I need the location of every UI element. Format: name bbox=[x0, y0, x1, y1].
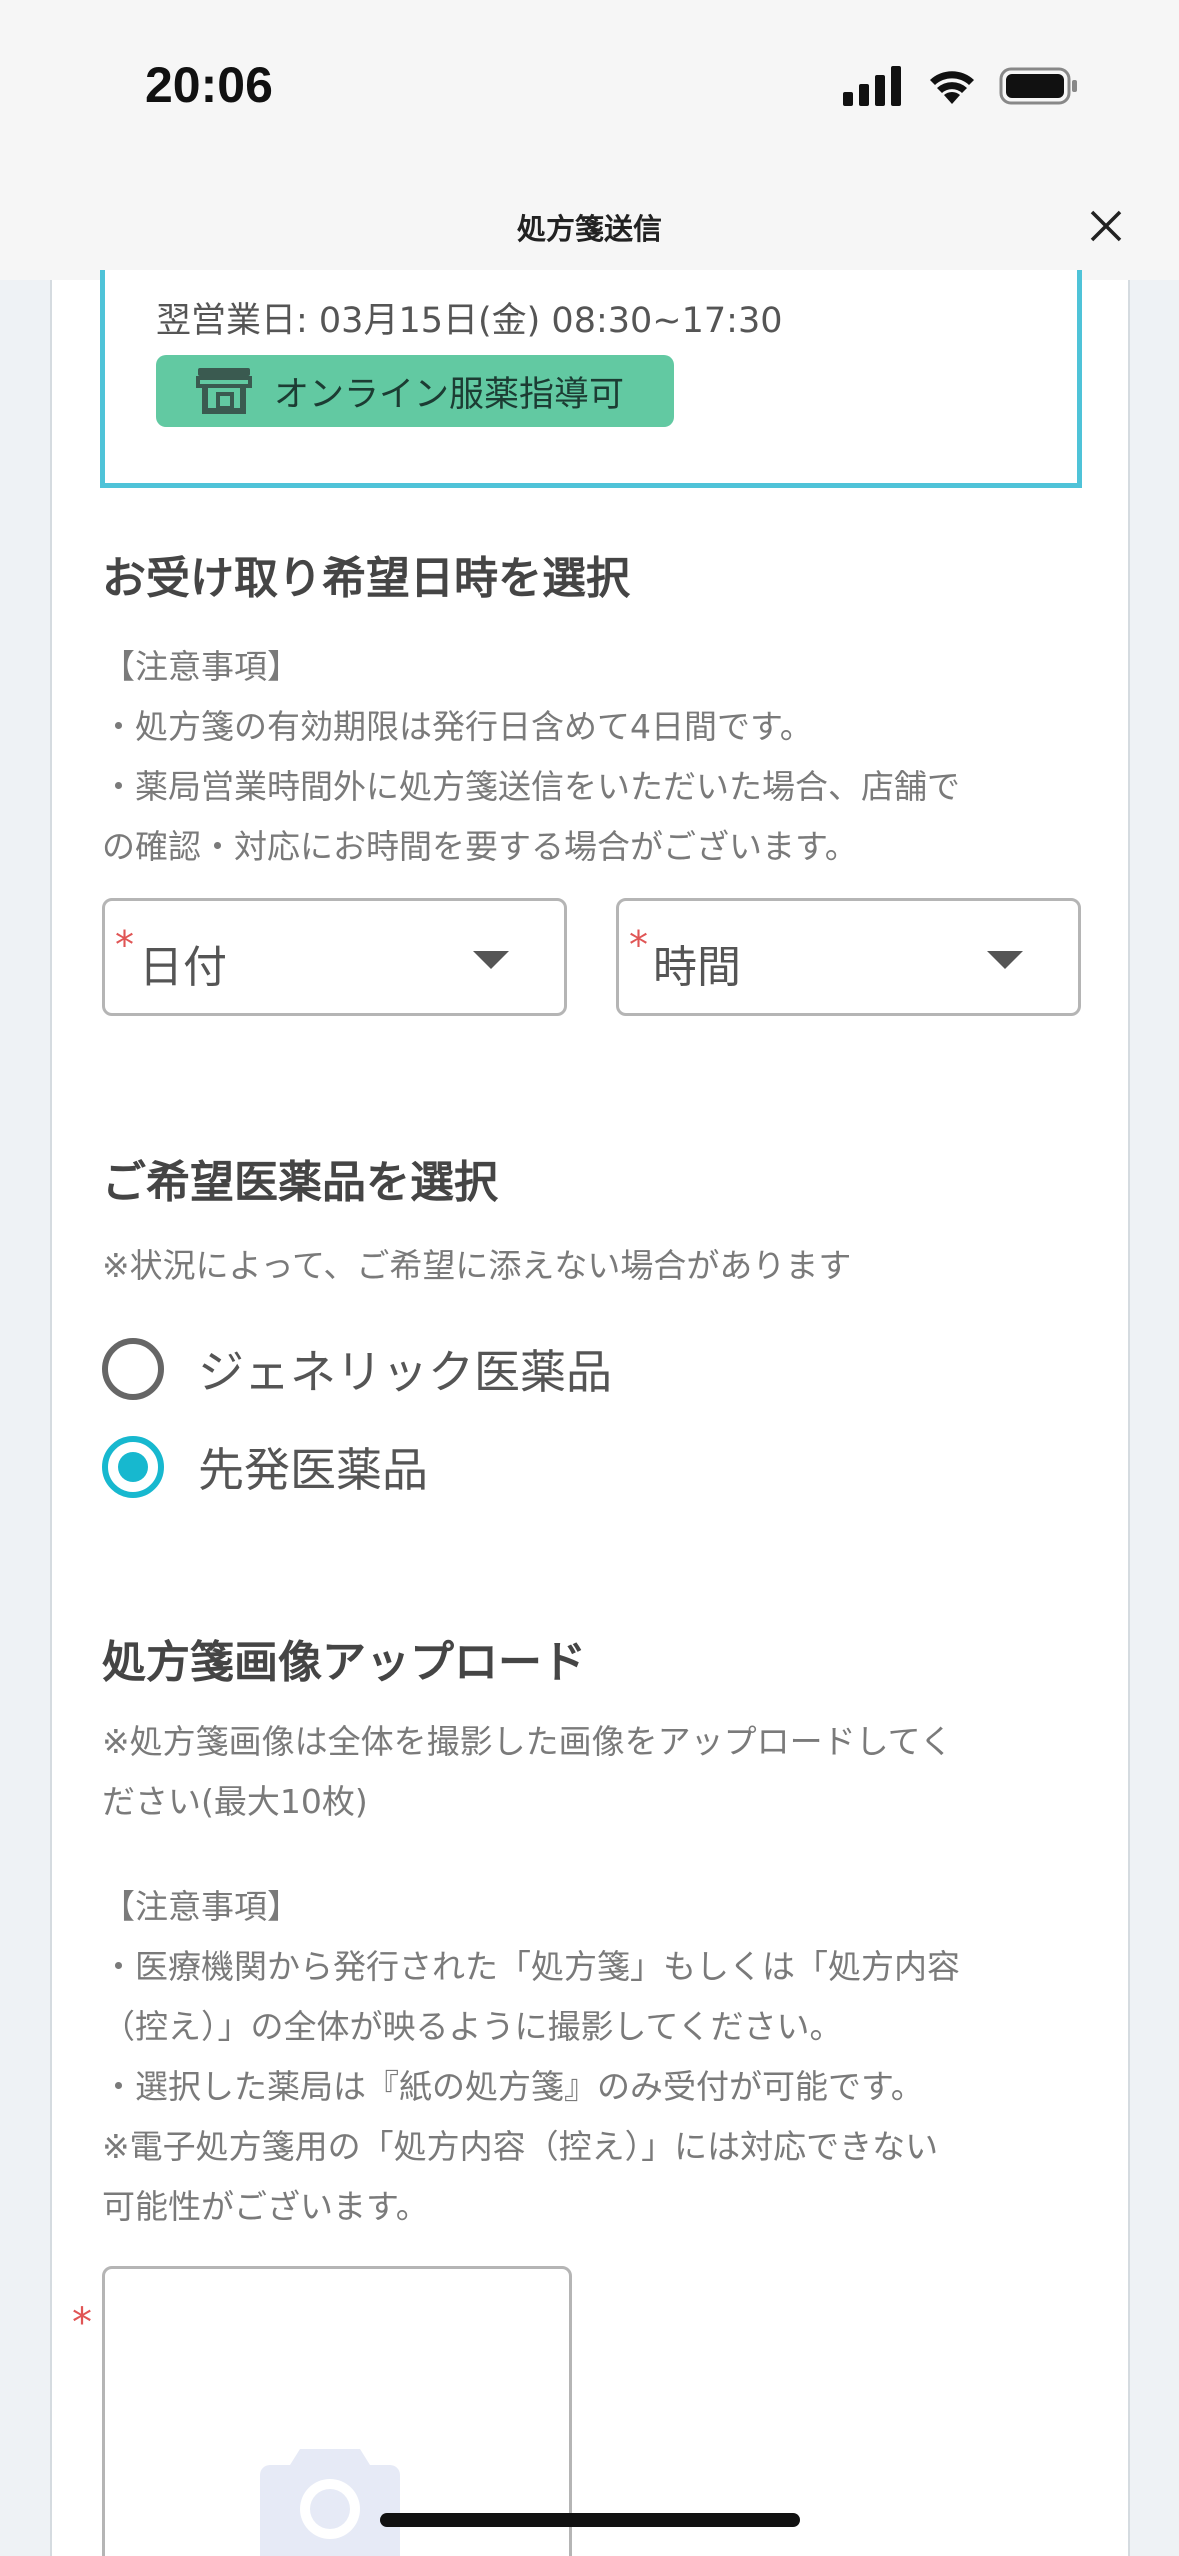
required-mark: * bbox=[72, 2300, 92, 2346]
home-indicator[interactable] bbox=[380, 2513, 800, 2527]
radio-option-generic[interactable]: ジェネリック医薬品 bbox=[102, 1334, 612, 1404]
store-icon bbox=[196, 368, 252, 414]
upload-notes: 【注意事項】 ・医療機関から発行された「処方箋」もしくは「処方内容 （控え）」の… bbox=[102, 1877, 1092, 2237]
note-line: の確認・対応にお時間を要する場合がございます。 bbox=[102, 827, 858, 866]
date-select-label: 日付 bbox=[139, 942, 227, 993]
status-bar: 20:06 bbox=[0, 0, 1179, 170]
camera-icon bbox=[260, 2449, 400, 2556]
radio-button-checked[interactable] bbox=[102, 1436, 164, 1498]
note-line: 【注意事項】 bbox=[102, 647, 300, 686]
note-line: （控え）」の全体が映るように撮影してください。 bbox=[102, 2007, 843, 2046]
close-icon[interactable] bbox=[1078, 198, 1134, 254]
medicine-section-title: ご希望医薬品を選択 bbox=[102, 1157, 498, 1208]
chevron-down-icon bbox=[473, 951, 509, 969]
note-line: ・医療機関から発行された「処方箋」もしくは「処方内容 bbox=[102, 1947, 960, 1986]
next-business-day: 翌営業日: 03月15日(金) 08:30~17:30 bbox=[156, 301, 783, 341]
pickup-section-title: お受け取り希望日時を選択 bbox=[102, 553, 630, 604]
upload-section-title: 処方箋画像アップロード bbox=[102, 1637, 586, 1688]
note-line: 【注意事項】 bbox=[102, 1887, 300, 1926]
date-select[interactable]: * 日付 bbox=[102, 898, 567, 1016]
note-line: 可能性がございます。 bbox=[102, 2187, 429, 2226]
note-line: ・薬局営業時間外に処方箋送信をいただいた場合、店舗で bbox=[102, 767, 960, 806]
note-line: ださい(最大10枚) bbox=[102, 1782, 368, 1821]
battery-icon bbox=[999, 67, 1077, 105]
signal-icon bbox=[843, 66, 901, 106]
pickup-notes: 【注意事項】 ・処方箋の有効期限は発行日含めて4日間です。 ・薬局営業時間外に処… bbox=[102, 637, 1092, 877]
note-line: ※処方箋画像は全体を撮影した画像をアップロードしてく bbox=[102, 1722, 953, 1761]
required-mark: * bbox=[115, 923, 134, 967]
title-bar: 処方箋送信 bbox=[0, 170, 1179, 280]
wifi-icon bbox=[930, 71, 974, 104]
time-select-label: 時間 bbox=[653, 942, 741, 993]
form-card: 翌営業日: 03月15日(金) 08:30~17:30 オンライン服薬指導可 お… bbox=[50, 270, 1130, 2556]
radio-button[interactable] bbox=[102, 1338, 164, 1400]
status-icons bbox=[843, 62, 1079, 110]
online-badge-label: オンライン服薬指導可 bbox=[274, 374, 625, 415]
status-time: 20:06 bbox=[145, 57, 273, 113]
radio-label: ジェネリック医薬品 bbox=[198, 1345, 612, 1399]
time-select[interactable]: * 時間 bbox=[616, 898, 1081, 1016]
note-line: ・処方箋の有効期限は発行日含めて4日間です。 bbox=[102, 707, 813, 746]
page-title: 処方箋送信 bbox=[516, 212, 662, 246]
upload-intro: ※処方箋画像は全体を撮影した画像をアップロードしてく ださい(最大10枚) bbox=[102, 1712, 1092, 1832]
radio-label: 先発医薬品 bbox=[198, 1443, 428, 1497]
chevron-down-icon bbox=[987, 951, 1023, 969]
radio-option-brand[interactable]: 先発医薬品 bbox=[102, 1432, 428, 1502]
note-line: ※電子処方箋用の「処方内容（控え）」には対応できない bbox=[102, 2127, 939, 2166]
medicine-note: ※状況によって、ご希望に添えない場合があります bbox=[102, 1246, 852, 1285]
required-mark: * bbox=[629, 923, 648, 967]
online-guidance-badge: オンライン服薬指導可 bbox=[156, 355, 674, 427]
note-line: ・選択した薬局は『紙の処方箋』のみ受付が可能です。 bbox=[102, 2067, 924, 2106]
